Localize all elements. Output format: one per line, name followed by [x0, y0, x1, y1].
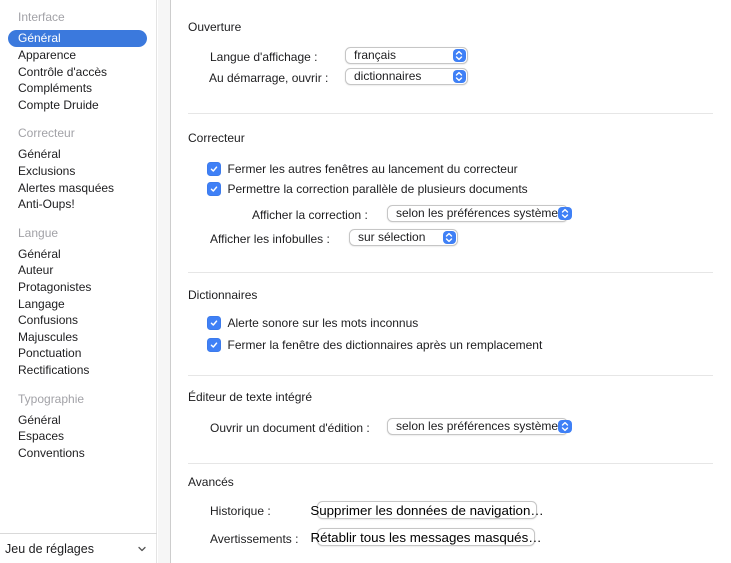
display-language-label: Langue d'affichage : [210, 50, 318, 64]
sidebar-item-general-langue[interactable]: Général [0, 246, 156, 263]
popup-stepper-icon [443, 231, 457, 245]
sidebar-group-interface: Interface Général Apparence Contrôle d'a… [0, 11, 156, 113]
sidebar-item-general-interface[interactable]: Général [8, 30, 147, 47]
section-divider [188, 463, 713, 464]
popup-value: selon les préférences système [396, 419, 558, 434]
popup-value: selon les préférences système [396, 206, 558, 221]
open-at-startup-label: Au démarrage, ouvrir : [209, 71, 328, 85]
section-divider [188, 375, 713, 376]
sidebar-group-correcteur: Correcteur Général Exclusions Alertes ma… [0, 127, 156, 212]
clear-browsing-data-button[interactable]: Supprimer les données de navigation… [317, 501, 537, 519]
sidebar-item-auteur[interactable]: Auteur [0, 262, 156, 279]
checkbox-label: Permettre la correction parallèle de plu… [228, 182, 528, 196]
show-tooltips-label: Afficher les infobulles : [210, 232, 330, 246]
sidebar-item-controle-acces[interactable]: Contrôle d'accès [0, 64, 156, 81]
checkbox-checked-icon [207, 316, 221, 330]
checkbox-checked-icon [207, 182, 221, 196]
sidebar-item-rectifications[interactable]: Rectifications [0, 362, 156, 379]
open-edit-document-popup[interactable]: selon les préférences système [387, 418, 568, 435]
sidebar-item-apparence[interactable]: Apparence [0, 47, 156, 64]
preset-selector-label: Jeu de réglages [5, 542, 94, 556]
section-divider [188, 113, 713, 114]
section-title-dictionnaires: Dictionnaires [188, 288, 257, 302]
checkbox-label: Fermer les autres fenêtres au lancement … [228, 162, 518, 176]
show-tooltips-popup[interactable]: sur sélection [349, 229, 458, 246]
sidebar-item-confusions[interactable]: Confusions [0, 312, 156, 329]
warnings-label: Avertissements : [210, 532, 298, 546]
sidebar-item-exclusions[interactable]: Exclusions [0, 163, 156, 180]
section-title-avances: Avancés [188, 475, 234, 489]
popup-stepper-icon [558, 420, 572, 434]
sidebar-item-protagonistes[interactable]: Protagonistes [0, 279, 156, 296]
sidebar-item-compte-druide[interactable]: Compte Druide [0, 97, 156, 114]
show-correction-popup[interactable]: selon les préférences système [387, 205, 568, 222]
sidebar-item-complements[interactable]: Compléments [0, 80, 156, 97]
restore-hidden-messages-button[interactable]: Rétablir tous les messages masqués… [317, 528, 535, 546]
popup-stepper-icon [453, 49, 467, 63]
section-title-editeur: Éditeur de texte intégré [188, 390, 312, 404]
popup-value: dictionnaires [354, 69, 421, 84]
sidebar-group-header: Typographie [0, 393, 156, 406]
close-dictionary-window-checkbox[interactable]: Fermer la fenêtre des dictionnaires aprè… [207, 337, 542, 353]
open-edit-document-label: Ouvrir un document d'édition : [210, 421, 370, 435]
sidebar-item-majuscules[interactable]: Majuscules [0, 329, 156, 346]
section-divider [188, 272, 713, 273]
popup-value: sur sélection [358, 230, 425, 245]
checkbox-checked-icon [207, 162, 221, 176]
sidebar-item-anti-oups[interactable]: Anti-Oups! [0, 196, 156, 213]
chevron-down-icon [137, 544, 147, 554]
checkbox-label: Alerte sonore sur les mots inconnus [228, 316, 419, 330]
sidebar-item-ponctuation[interactable]: Ponctuation [0, 345, 156, 362]
section-title-ouverture: Ouverture [188, 20, 241, 34]
popup-stepper-icon [453, 70, 467, 84]
show-correction-label: Afficher la correction : [252, 208, 368, 222]
pane-splitter[interactable] [158, 0, 171, 563]
display-language-popup[interactable]: français [345, 47, 468, 64]
parallel-correction-checkbox[interactable]: Permettre la correction parallèle de plu… [207, 181, 528, 197]
general-preferences-pane: Ouverture Langue d'affichage : français … [171, 0, 731, 563]
preferences-sidebar: Interface Général Apparence Contrôle d'a… [0, 0, 157, 563]
sidebar-item-conventions[interactable]: Conventions [0, 445, 156, 462]
checkbox-label: Fermer la fenêtre des dictionnaires aprè… [228, 338, 543, 352]
popup-value: français [354, 48, 396, 63]
sound-alert-checkbox[interactable]: Alerte sonore sur les mots inconnus [207, 315, 418, 331]
checkbox-checked-icon [207, 338, 221, 352]
sidebar-group-langue: Langue Général Auteur Protagonistes Lang… [0, 227, 156, 379]
sidebar-item-general-correcteur[interactable]: Général [0, 146, 156, 163]
popup-stepper-icon [558, 207, 572, 221]
close-other-windows-checkbox[interactable]: Fermer les autres fenêtres au lancement … [207, 161, 518, 177]
open-at-startup-popup[interactable]: dictionnaires [345, 68, 468, 85]
section-title-correcteur: Correcteur [188, 131, 245, 145]
sidebar-group-typographie: Typographie Général Espaces Conventions [0, 393, 156, 462]
preset-selector[interactable]: Jeu de réglages [0, 534, 157, 563]
sidebar-group-header: Interface [0, 11, 156, 24]
sidebar-group-header: Correcteur [0, 127, 156, 140]
sidebar-group-header: Langue [0, 227, 156, 240]
sidebar-item-alertes-masquees[interactable]: Alertes masquées [0, 180, 156, 197]
sidebar-item-langage[interactable]: Langage [0, 296, 156, 313]
sidebar-item-general-typographie[interactable]: Général [0, 412, 156, 429]
history-label: Historique : [210, 504, 271, 518]
sidebar-list: Interface Général Apparence Contrôle d'a… [0, 11, 156, 475]
sidebar-item-espaces[interactable]: Espaces [0, 428, 156, 445]
